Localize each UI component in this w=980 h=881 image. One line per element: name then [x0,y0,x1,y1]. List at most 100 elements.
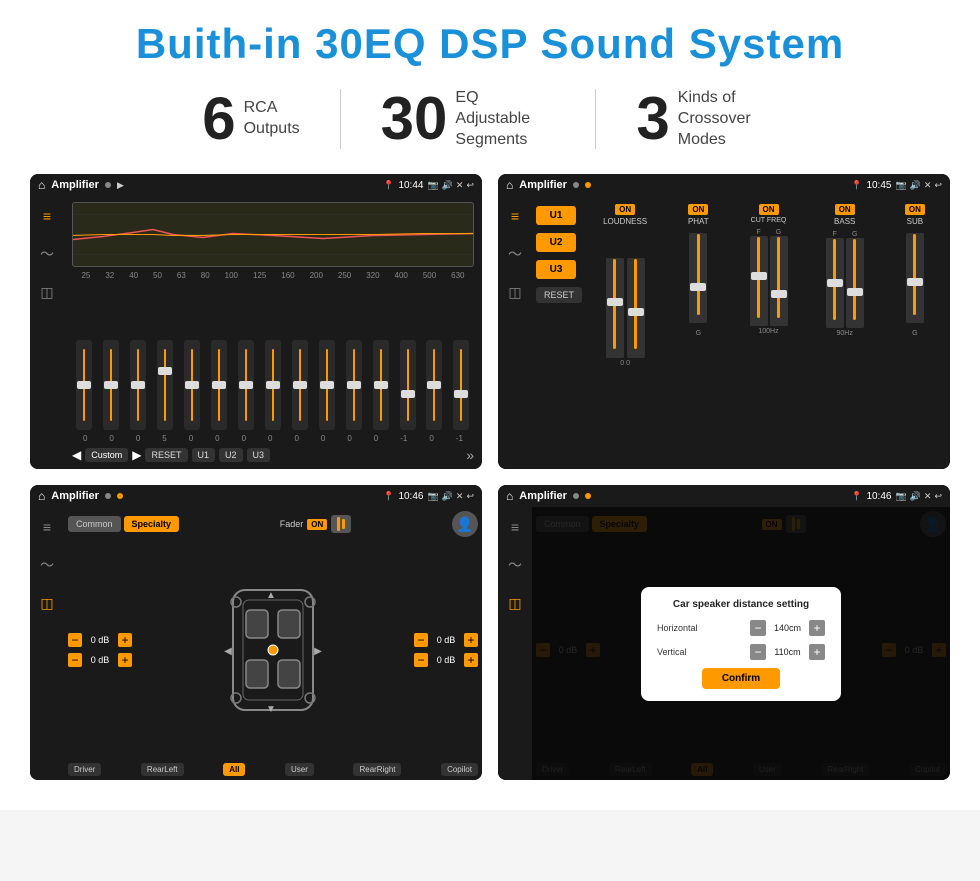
wave-icon[interactable]: 〜 [35,244,59,264]
fader-bar-2 [342,519,345,529]
copilot-btn[interactable]: Copilot [441,763,478,776]
speaker-icon-2[interactable]: ◫ [503,282,527,302]
vol-fr-plus[interactable]: + [464,633,478,647]
vertical-minus-btn[interactable]: − [750,644,766,660]
home-icon-2[interactable]: ⌂ [506,178,513,192]
on-phat[interactable]: ON [688,204,708,215]
screenshots-grid: ⌂ Amplifier ▶ 📍 10:44 📷 🔊 ✕ ↩ [30,174,950,780]
prev-preset-btn[interactable]: ◀ [72,448,81,462]
next-preset-btn[interactable]: ▶ [132,448,141,462]
eq-slider-6[interactable] [238,340,254,430]
eq-slider-11[interactable] [373,340,389,430]
preset-u1[interactable]: U1 [536,206,576,225]
status-bar-left-4: ⌂ Amplifier [506,489,591,503]
vol-rl-plus[interactable]: + [118,653,132,667]
screen-eq: ⌂ Amplifier ▶ 📍 10:44 📷 🔊 ✕ ↩ [30,174,482,469]
vertical-plus-btn[interactable]: + [809,644,825,660]
vol-rr-plus[interactable]: + [464,653,478,667]
freq-500: 500 [423,271,436,280]
eq-slider-0[interactable] [76,340,92,430]
more-icon[interactable]: » [466,447,474,463]
rearleft-btn[interactable]: RearLeft [141,763,184,776]
u1-btn[interactable]: U1 [192,448,216,462]
home-icon-1[interactable]: ⌂ [38,178,45,192]
vol-fr-minus[interactable]: − [414,633,428,647]
tab-specialty-3[interactable]: Specialty [124,516,180,532]
volume-icon-3: 🔊 [442,491,453,502]
on-loudness[interactable]: ON [615,204,635,215]
wave-icon-4[interactable]: 〜 [503,555,527,575]
reset-btn-1[interactable]: RESET [145,448,187,462]
eq-icon[interactable]: ≡ [35,206,59,226]
bass-slider-1[interactable] [826,238,844,328]
u3-btn[interactable]: U3 [247,448,271,462]
eq-slider-13[interactable] [426,340,442,430]
eq-slider-3[interactable] [157,340,173,430]
eq-slider-2[interactable] [130,340,146,430]
vol-rl-minus[interactable]: − [68,653,82,667]
phat-slider[interactable] [689,233,707,323]
fader-top-row: Common Specialty Fader ON 👤 [68,511,478,537]
speaker-icon-3[interactable]: ◫ [35,593,59,613]
vol-fl-minus[interactable]: − [68,633,82,647]
horizontal-plus-btn[interactable]: + [809,620,825,636]
status-bar-4: ⌂ Amplifier 📍 10:46 📷 🔊 ✕ ↩ [498,485,950,507]
loudness-label: LOUDNESS [603,217,647,226]
home-icon-3[interactable]: ⌂ [38,489,45,503]
vertical-label: Vertical [657,647,687,657]
status-bar-3: ⌂ Amplifier 📍 10:46 📷 🔊 ✕ ↩ [30,485,482,507]
bass-slider-2[interactable] [846,238,864,328]
eq-graph [72,202,474,267]
eq-slider-12[interactable] [400,340,416,430]
driver-btn[interactable]: Driver [68,763,101,776]
preset-col: U1 U2 U3 RESET [536,200,582,465]
on-bass[interactable]: ON [835,204,855,215]
loudness-slider-1[interactable] [606,258,624,358]
page-wrapper: Buith-in 30EQ DSP Sound System 6 RCAOutp… [0,0,980,810]
eq-slider-4[interactable] [184,340,200,430]
reset-btn-2[interactable]: RESET [536,287,582,303]
vol-row-fr: − 0 dB + [414,633,478,647]
tab-common-3[interactable]: Common [68,516,121,532]
speaker-icon[interactable]: ◫ [35,282,59,302]
location-icon-1: 📍 [383,180,394,191]
eq-slider-1[interactable] [103,340,119,430]
eq-slider-7[interactable] [265,340,281,430]
on-cutfreq[interactable]: ON [759,204,779,215]
status-bar-left-3: ⌂ Amplifier [38,489,123,503]
eq-slider-8[interactable] [292,340,308,430]
cutfreq-slider-2[interactable] [770,236,788,326]
dialog-title: Car speaker distance setting [657,599,825,610]
eq-slider-5[interactable] [211,340,227,430]
eq-slider-9[interactable] [319,340,335,430]
eq-slider-14[interactable] [453,340,469,430]
eq-icon-4[interactable]: ≡ [503,517,527,537]
bass-label: BASS [834,217,855,226]
status-dot-3 [105,493,111,499]
loudness-slider-2[interactable] [627,258,645,358]
fader-on-badge[interactable]: ON [307,519,327,530]
preset-u2[interactable]: U2 [536,233,576,252]
wave-icon-2[interactable]: 〜 [503,244,527,264]
stats-row: 6 RCAOutputs 30 EQ AdjustableSegments 3 … [30,88,950,150]
u2-btn[interactable]: U2 [219,448,243,462]
preset-u3[interactable]: U3 [536,260,576,279]
confirm-button[interactable]: Confirm [702,668,780,689]
custom-preset-btn[interactable]: Custom [85,448,128,462]
on-sub[interactable]: ON [905,204,925,215]
eq-slider-10[interactable] [346,340,362,430]
vol-rr-minus[interactable]: − [414,653,428,667]
user-btn-3[interactable]: User [285,763,314,776]
eq-icon-2[interactable]: ≡ [503,206,527,226]
speaker-icon-4[interactable]: ◫ [503,593,527,613]
all-btn[interactable]: All [223,763,245,776]
wave-icon-3[interactable]: 〜 [35,555,59,575]
rearright-btn[interactable]: RearRight [353,763,401,776]
horizontal-minus-btn[interactable]: − [750,620,766,636]
eq-icon-3[interactable]: ≡ [35,517,59,537]
home-icon-4[interactable]: ⌂ [506,489,513,503]
status-bar-left-1: ⌂ Amplifier ▶ [38,178,124,192]
cutfreq-slider-1[interactable] [750,236,768,326]
sub-slider[interactable] [906,233,924,323]
vol-fl-plus[interactable]: + [118,633,132,647]
